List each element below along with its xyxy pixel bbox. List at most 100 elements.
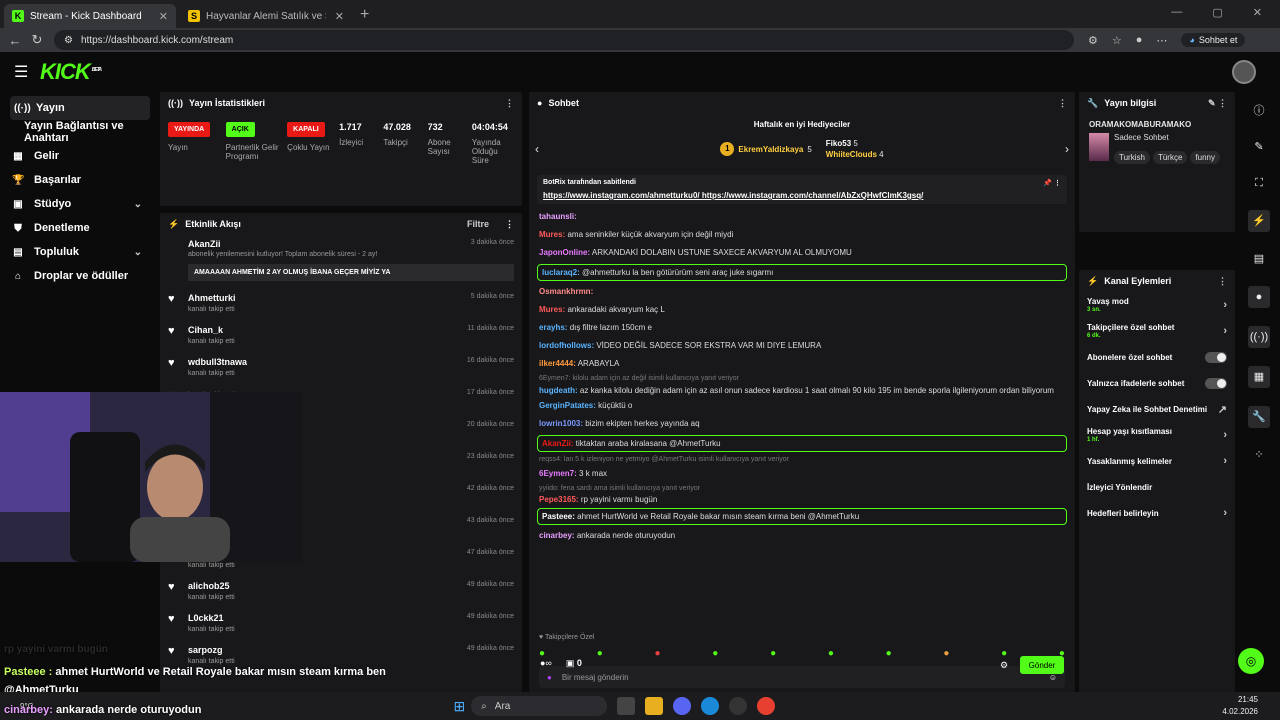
chat-user[interactable]: Pasteee: (542, 512, 575, 521)
copilot-button[interactable]: ◕ Sohbet et (1181, 33, 1246, 47)
extensions-icon[interactable]: ⚙ (1088, 34, 1098, 47)
event-user[interactable]: alichob25 (188, 581, 235, 591)
url-field[interactable]: ⚙ https://dashboard.kick.com/stream (54, 30, 1074, 50)
chat-user[interactable]: 6Eymen7: (539, 469, 577, 478)
category-thumbnail[interactable] (1089, 133, 1109, 161)
chrome-icon[interactable] (757, 697, 776, 715)
next-icon[interactable]: › (1065, 142, 1069, 156)
file-explorer-icon[interactable] (645, 697, 664, 715)
chat-user[interactable]: Pepe3165: (539, 495, 579, 504)
stream-tag[interactable]: funny (1190, 151, 1220, 164)
channel-action[interactable]: Yasaklanmış kelimeler › (1079, 448, 1235, 474)
event-user[interactable]: sarpozg (188, 645, 235, 655)
channel-action[interactable]: Takipçilere özel sohbet 6 dk. › (1079, 318, 1235, 344)
chat-user[interactable]: tahaunsli: (539, 212, 577, 221)
edge-icon[interactable] (701, 697, 720, 715)
gifter-name[interactable]: EkremYaldizkaya (738, 145, 803, 154)
chat-user[interactable]: Mures: (539, 230, 565, 239)
discord-icon[interactable] (673, 697, 692, 715)
broadcast-icon[interactable]: ((·)) (1248, 326, 1270, 348)
more-icon[interactable]: ⋮ (505, 219, 514, 230)
maximize-icon[interactable]: ▢ (1212, 6, 1222, 19)
toggle-switch[interactable] (1205, 377, 1227, 389)
browser-profile-icon[interactable]: ● (1136, 34, 1143, 46)
chat-user[interactable]: GerginPatates: (539, 401, 596, 410)
chat-user[interactable]: JaponOnline: (539, 248, 590, 257)
emote-icon[interactable]: ● (655, 648, 661, 659)
chat-user[interactable]: lowrin1003: (539, 419, 583, 428)
channel-action[interactable]: Abonelere özel sohbet (1079, 344, 1235, 370)
chat-user[interactable]: lordofhollows: (539, 341, 594, 350)
chat-input[interactable]: ● Bir mesaj gönderin ☺ (539, 666, 1065, 688)
channel-action[interactable]: Hesap yaşı kısıtlaması 1 hf. › (1079, 422, 1235, 448)
emote-icon[interactable]: ● (1001, 648, 1007, 659)
chat-user[interactable]: Mures: (539, 305, 565, 314)
minimize-icon[interactable]: — (1171, 6, 1182, 19)
layers-icon[interactable]: ▦ (1248, 366, 1270, 388)
chat-icon[interactable]: ● (1248, 286, 1270, 308)
reload-icon[interactable]: ↻ (26, 32, 48, 48)
emote-icon[interactable]: ● (886, 648, 892, 659)
stream-tag[interactable]: Turkish (1114, 151, 1150, 164)
clipboard-icon[interactable]: ▤ (1250, 250, 1268, 268)
sidebar-item[interactable]: ▦ Gelir (0, 144, 156, 168)
channel-action[interactable]: Hedefleri belirleyin › (1079, 500, 1235, 526)
windows-start-icon[interactable]: ⊞ (453, 698, 465, 715)
edit-icon[interactable]: ✎ ⋮ (1208, 98, 1227, 109)
favorites-icon[interactable]: ☆ (1112, 34, 1122, 47)
chat-user[interactable]: Osmankhrmn: (539, 287, 593, 296)
info-icon[interactable]: ⓘ (1250, 102, 1268, 120)
points-icon[interactable]: ●∞ (540, 658, 552, 669)
taskbar-search[interactable]: ⌕ Ara (471, 696, 608, 716)
more-icon[interactable]: ⋮ (1058, 98, 1067, 109)
gift-icon[interactable]: ▣ 0 (566, 658, 582, 669)
more-icon[interactable]: ⋯ (1156, 34, 1167, 47)
sidebar-item[interactable]: ((·)) Yayın (10, 96, 150, 120)
mic-icon[interactable]: ● (547, 673, 552, 682)
emote-icon[interactable]: ● (712, 648, 718, 659)
plugins-icon[interactable]: ⁘ (1250, 446, 1268, 464)
event-user[interactable]: Cihan_k (188, 325, 235, 335)
send-button[interactable]: Gönder (1020, 656, 1064, 674)
sidebar-item[interactable]: 🏆 Başarılar (0, 168, 156, 192)
chat-user[interactable]: hugdeath: (539, 386, 578, 395)
wrench-icon[interactable]: 🔧 (1248, 406, 1270, 428)
pinned-link[interactable]: https://www.instagram.com/ahmetturku0/ h… (543, 191, 1061, 200)
emote-icon[interactable]: ● (597, 648, 603, 659)
toggle-switch[interactable] (1205, 351, 1227, 363)
event-user[interactable]: Ahmetturki (188, 293, 236, 303)
channel-action[interactable]: Yavaş mod 3 sn. › (1079, 292, 1235, 318)
event-user[interactable]: L0ckk21 (188, 613, 235, 623)
channel-action[interactable]: Yapay Zeka ile Sohbet Denetimi ↗ (1079, 396, 1235, 422)
sidebar-item[interactable]: Yayın Bağlantısı ve Anahtarı (0, 120, 156, 144)
chat-user[interactable]: cinarbey: (539, 531, 575, 540)
edit-icon[interactable]: ✎ (1250, 138, 1268, 156)
channel-action[interactable]: İzleyici Yönlendir (1079, 474, 1235, 500)
more-icon[interactable]: ⋮ (505, 98, 514, 109)
gifter-name[interactable]: Fiko53 (826, 139, 851, 148)
system-clock[interactable]: 21:45 4.02.2026 (1222, 694, 1258, 718)
chat-user[interactable]: ilker4444: (539, 359, 576, 368)
chat-user[interactable]: luclaraq2: (542, 268, 580, 277)
gifter-name[interactable]: WhiiteClouds (826, 150, 877, 159)
pin-icon[interactable]: 📌 ⋮ (1043, 179, 1061, 187)
bolt-icon[interactable]: ⚡ (1248, 210, 1270, 232)
site-info-icon[interactable]: ⚙ (64, 35, 73, 46)
category-name[interactable]: Sadece Sohbet (1114, 133, 1223, 142)
help-icon[interactable]: ◎ (1238, 648, 1264, 674)
stream-tag[interactable]: Türkçe (1152, 151, 1188, 164)
back-icon[interactable]: ← (4, 33, 26, 48)
event-user[interactable]: wdbull3tnawa (188, 357, 247, 367)
more-icon[interactable]: ⋮ (1218, 276, 1227, 287)
emote-icon[interactable]: ● (770, 648, 776, 659)
browser-tab-kick[interactable]: K Stream - Kick Dashboard ✕ (4, 4, 176, 28)
sidebar-item[interactable]: ▤ Topluluk ⌄ (0, 240, 156, 264)
channel-action[interactable]: Yalnızca ifadelerle sohbet (1079, 370, 1235, 396)
filter-button[interactable]: Filtre (467, 219, 489, 229)
close-tab-icon[interactable]: ✕ (159, 10, 168, 23)
close-tab-icon[interactable]: ✕ (335, 10, 344, 23)
chevron-down-icon[interactable]: ⌄ (134, 199, 142, 210)
chat-user[interactable]: AkanZii: (542, 439, 574, 448)
browser-tab-hayvanlar[interactable]: S Hayvanlar Alemi Satılık ve Sahiplen ✕ (180, 4, 352, 28)
prev-icon[interactable]: ‹ (535, 142, 539, 156)
